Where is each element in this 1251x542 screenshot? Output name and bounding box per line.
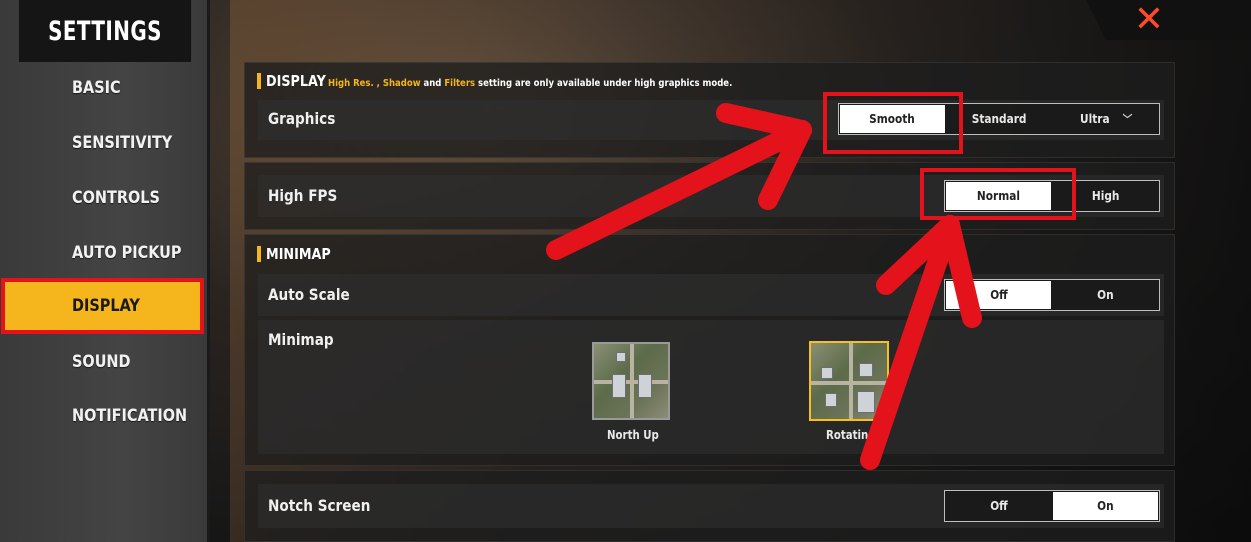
sidebar-item-label: SOUND — [72, 352, 131, 372]
section-accent — [257, 246, 261, 262]
minimap-rotating-thumbnail[interactable] — [809, 341, 889, 421]
minimap-label: Minimap — [268, 330, 334, 349]
high-fps-option-high[interactable]: High — [1053, 182, 1158, 210]
graphics-label: Graphics — [268, 109, 336, 128]
sidebar-item-label: AUTO PICKUP — [72, 243, 182, 263]
notch-screen-label: Notch Screen — [268, 496, 371, 515]
auto-scale-label: Auto Scale — [268, 285, 350, 304]
graphics-option-smooth[interactable]: Smooth — [840, 105, 945, 133]
high-fps-label: High FPS — [268, 186, 338, 205]
section-accent — [257, 73, 261, 89]
auto-scale-option-on[interactable]: On — [1053, 281, 1158, 309]
close-icon[interactable]: ✕ — [1131, 2, 1167, 38]
notch-option-off[interactable]: Off — [946, 492, 1051, 520]
chevron-down-icon: ﹀ — [1122, 113, 1133, 126]
map-building — [857, 391, 875, 413]
graphics-option-standard[interactable]: Standard — [947, 105, 1052, 133]
auto-scale-option-off[interactable]: Off — [946, 281, 1051, 309]
map-building — [612, 374, 626, 398]
map-building — [825, 393, 837, 407]
settings-title: SETTINGS — [18, 0, 192, 62]
graphics-note: High Res. , Shadow and Filters setting a… — [328, 78, 733, 89]
close-tab — [1086, 0, 1251, 40]
minimap-option-north-up: North Up — [607, 428, 659, 442]
sidebar-item-label: NOTIFICATION — [72, 406, 188, 426]
minimap-option-rotating: Rotatin — [826, 428, 869, 442]
notch-option-on[interactable]: On — [1053, 492, 1158, 520]
minimap-north-up-thumbnail[interactable] — [592, 342, 670, 420]
map-building — [859, 363, 873, 377]
map-road — [630, 344, 634, 418]
map-building — [638, 374, 652, 398]
sidebar-item-label: BASIC — [72, 78, 121, 98]
map-road — [849, 343, 853, 419]
sidebar-item-label: SENSITIVITY — [72, 133, 173, 153]
display-section-title: DISPLAY — [266, 72, 326, 90]
minimap-row — [258, 320, 1164, 454]
sidebar-item-notification[interactable]: NOTIFICATION — [0, 391, 210, 441]
map-building — [616, 352, 626, 362]
sidebar-item-display[interactable]: DISPLAY — [1, 278, 204, 334]
sidebar-item-basic[interactable]: BASIC — [0, 63, 210, 113]
notch-screen-selector: Off On — [944, 490, 1160, 522]
sidebar-item-label: CONTROLS — [72, 188, 160, 208]
high-fps-option-normal[interactable]: Normal — [946, 182, 1051, 210]
sidebar-item-label: DISPLAY — [72, 296, 140, 316]
graphics-option-ultra[interactable]: Ultra ﹀ — [1053, 105, 1158, 133]
sidebar-item-auto-pickup[interactable]: AUTO PICKUP — [0, 228, 210, 278]
sidebar-item-controls[interactable]: CONTROLS — [0, 173, 210, 223]
graphics-selector: Smooth Standard Ultra ﹀ — [838, 103, 1160, 135]
high-fps-selector: Normal High — [944, 180, 1160, 212]
sidebar-item-sensitivity[interactable]: SENSITIVITY — [0, 118, 210, 168]
minimap-section-title: MINIMAP — [266, 245, 331, 263]
settings-sidebar: SETTINGS BASIC SENSITIVITY CONTROLS AUTO… — [0, 0, 210, 542]
map-building — [821, 367, 833, 379]
auto-scale-selector: Off On — [944, 279, 1160, 311]
sidebar-item-sound[interactable]: SOUND — [0, 337, 210, 387]
